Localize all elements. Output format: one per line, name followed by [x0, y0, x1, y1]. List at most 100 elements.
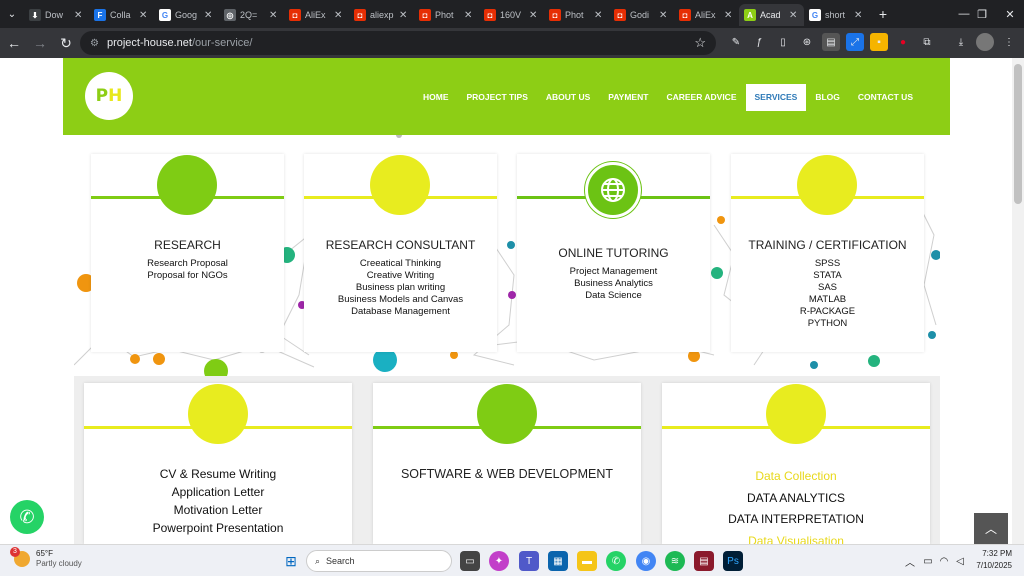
tab-close-icon[interactable]: ✕: [789, 10, 799, 21]
nav-link-home[interactable]: HOME: [414, 84, 458, 111]
browser-tab[interactable]: A Acad ✕: [739, 4, 804, 26]
tab-close-icon[interactable]: ✕: [854, 10, 864, 21]
file-explorer-icon[interactable]: ▬: [577, 551, 597, 571]
tab-close-icon[interactable]: ✕: [269, 10, 279, 21]
back-icon[interactable]: ←: [2, 31, 26, 55]
browser-tab[interactable]: ◘ Phot ✕: [414, 4, 479, 26]
site-info-icon[interactable]: ⚙: [90, 38, 99, 49]
clock[interactable]: 7:32 PM 7/10/2025: [976, 548, 1012, 572]
nav-link-career-advice[interactable]: CAREER ADVICE: [657, 84, 745, 111]
scrollbar-thumb[interactable]: [1014, 64, 1022, 204]
pinterest-icon[interactable]: ●: [894, 33, 912, 51]
extensions-puzzle-icon[interactable]: ⧉: [918, 33, 936, 51]
browser-tab[interactable]: ◘ AliEx ✕: [284, 4, 349, 26]
arrow-extension-icon[interactable]: ⤢: [846, 33, 864, 51]
page-scrollbar[interactable]: [1012, 58, 1024, 544]
browser-tab[interactable]: ◘ Godi ✕: [609, 4, 674, 26]
windows-taskbar: 3 65°F Partly cloudy ⊞ ⌕ Search ▭ ✦ T ▦ …: [0, 544, 1024, 576]
tray-chevron-icon[interactable]: ︿: [900, 551, 920, 571]
service-card[interactable]: CV & Resume Writing Application Letter Mot…: [84, 383, 352, 544]
card-list-item: Application Letter: [171, 485, 265, 499]
teams-icon[interactable]: T: [519, 551, 539, 571]
service-card[interactable]: Data Collection DATA ANALYTICS DATA INTERP…: [662, 383, 930, 544]
reload-icon[interactable]: ↻: [54, 31, 78, 55]
tab-label: Goog: [175, 10, 198, 20]
tab-label: aliexp: [370, 10, 394, 20]
scroll-to-top-button[interactable]: ︿: [974, 513, 1008, 544]
tab-close-icon[interactable]: ✕: [334, 10, 344, 21]
browser-tab[interactable]: ◘ Phot ✕: [544, 4, 609, 26]
store-icon[interactable]: ▦: [548, 551, 568, 571]
new-tab-button[interactable]: +: [873, 4, 893, 24]
nav-link-payment[interactable]: PAYMENT: [599, 84, 657, 111]
service-card[interactable]: SOFTWARE & WEB DEVELOPMENT: [373, 383, 641, 544]
close-window-icon[interactable]: ✕: [990, 0, 1024, 28]
chrome-icon[interactable]: ◉: [636, 551, 656, 571]
volume-icon[interactable]: ◁: [950, 551, 970, 571]
tab-label: short: [825, 10, 846, 20]
nav-link-project-tips[interactable]: PROJECT TIPS: [457, 84, 536, 111]
service-card[interactable]: ONLINE TUTORING Project Management Busines…: [517, 154, 710, 352]
tab-close-icon[interactable]: ✕: [399, 10, 409, 21]
tab-close-icon[interactable]: ✕: [464, 10, 474, 21]
address-bar[interactable]: ⚙ project-house.net/our-service/ ☆: [80, 31, 716, 55]
search-icon: ⌕: [315, 555, 321, 566]
browser-tab[interactable]: G Goog ✕: [154, 4, 219, 26]
phone-extension-icon[interactable]: ▯: [774, 33, 792, 51]
card-list-item: Database Management: [351, 306, 450, 317]
card-list-item: Data Science: [585, 290, 642, 301]
browser-tab[interactable]: ◎ 2Q= ✕: [219, 4, 284, 26]
tab-close-icon[interactable]: ✕: [204, 10, 214, 21]
tab-close-icon[interactable]: ✕: [659, 10, 669, 21]
nav-link-blog[interactable]: BLOG: [806, 84, 849, 111]
browser-toolbar: ← → ↻ ⚙ project-house.net/our-service/ ☆…: [0, 28, 1024, 58]
spotify-icon[interactable]: ≋: [665, 551, 685, 571]
tab-close-icon[interactable]: ✕: [139, 10, 149, 21]
service-card[interactable]: RESEARCH Research Proposal Proposal for NG…: [91, 154, 284, 352]
site-logo[interactable]: PH: [85, 72, 133, 120]
whatsapp-chat-icon[interactable]: ✆: [10, 500, 44, 534]
badge-extension-icon[interactable]: ▤: [822, 33, 840, 51]
winrar-icon[interactable]: ▤: [694, 551, 714, 571]
tab-label: 2Q=: [240, 10, 258, 20]
card-list-item: SAS: [817, 282, 837, 293]
tab-list: ⬇ Dow ✕ F Colla ✕ G Goog ✕ ◎ 2Q= ✕ ◘ AliEx ✕ ◘ aliexp ✕ ◘ P…: [24, 2, 869, 26]
download-icon[interactable]: ⤓: [952, 33, 970, 51]
weather-sun-icon: 3: [10, 547, 30, 567]
bookmark-star-icon[interactable]: ☆: [694, 35, 706, 51]
keep-extension-icon[interactable]: ▪: [870, 33, 888, 51]
browser-tab[interactable]: ⬇ Dow ✕: [24, 4, 89, 26]
tab-search-menu-icon[interactable]: ⌄: [0, 0, 24, 28]
fx-extension-icon[interactable]: ƒ: [750, 33, 768, 51]
start-windows-icon[interactable]: ⊞: [281, 551, 301, 571]
task-view-icon[interactable]: ▭: [460, 551, 480, 571]
nav-link-contact-us[interactable]: CONTACT US: [849, 84, 922, 111]
service-card[interactable]: RESEARCH CONSULTANT Creeatical Thinking Cr…: [304, 154, 497, 352]
chatgpt-extension-icon[interactable]: ⊛: [798, 33, 816, 51]
service-card[interactable]: TRAINING / CERTIFICATION SPSS STATA SAS MATL…: [731, 154, 924, 352]
browser-tab[interactable]: ◘ 160V ✕: [479, 4, 544, 26]
browser-tab[interactable]: ◘ aliexp ✕: [349, 4, 414, 26]
photoshop-icon[interactable]: Ps: [723, 551, 743, 571]
menu-kebab-icon[interactable]: ⋮: [1000, 33, 1018, 51]
card-title: RESEARCH: [154, 238, 221, 252]
tab-close-icon[interactable]: ✕: [594, 10, 604, 21]
copilot-icon[interactable]: ✦: [489, 551, 509, 571]
tab-close-icon[interactable]: ✕: [724, 10, 734, 21]
card-list-item: Business Models and Canvas: [337, 294, 464, 305]
browser-tab[interactable]: ◘ AliEx ✕: [674, 4, 739, 26]
weather-widget[interactable]: 3 65°F Partly cloudy: [10, 547, 82, 569]
tab-close-icon[interactable]: ✕: [529, 10, 539, 21]
avatar[interactable]: [976, 33, 994, 51]
browser-tab[interactable]: F Colla ✕: [89, 4, 154, 26]
card-circle: [766, 384, 826, 444]
browser-tab[interactable]: Gshort ✕: [804, 4, 869, 26]
taskbar-search[interactable]: ⌕ Search: [306, 550, 452, 572]
tab-close-icon[interactable]: ✕: [74, 10, 84, 21]
nav-link-about-us[interactable]: ABOUT US: [537, 84, 599, 111]
whatsapp-taskbar-icon[interactable]: ✆: [606, 551, 626, 571]
pen-extension-icon[interactable]: ✎: [727, 33, 745, 51]
nav-link-services[interactable]: SERVICES: [745, 84, 807, 111]
card-list-item: DATA INTERPRETATION: [728, 512, 864, 526]
forward-icon[interactable]: →: [28, 31, 52, 55]
